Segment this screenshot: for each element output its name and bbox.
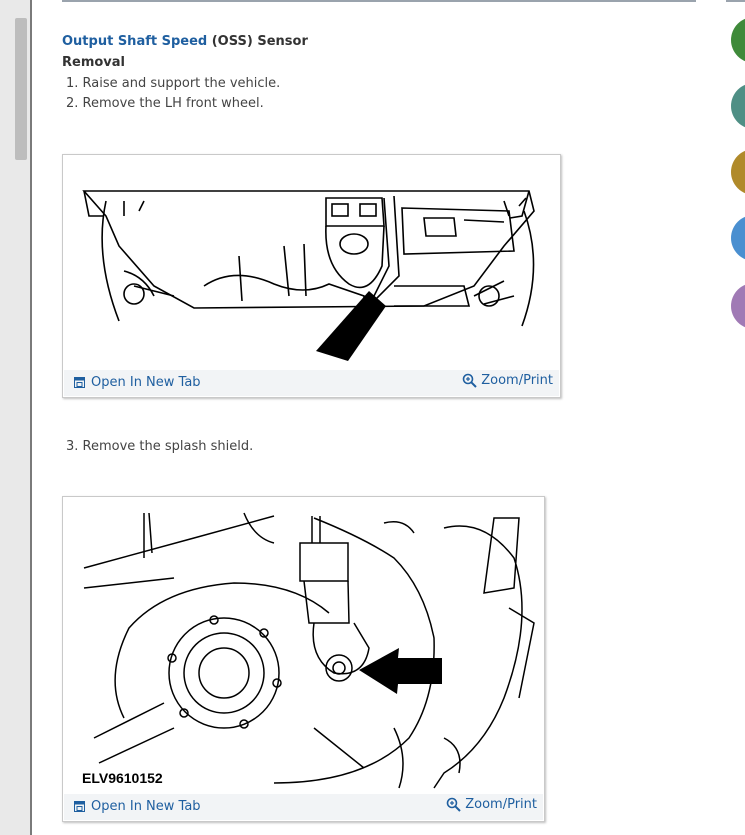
undercarriage-drawing — [82, 190, 535, 361]
side-nav-button[interactable] — [731, 149, 745, 195]
open-in-new-tab-link[interactable]: Open In New Tab — [74, 375, 201, 390]
step-item: 2. Remove the LH front wheel. — [66, 96, 264, 111]
top-divider-right — [726, 0, 745, 2]
new-tab-icon — [74, 801, 85, 812]
zoom-icon — [462, 373, 477, 388]
new-tab-icon — [74, 377, 85, 388]
left-scroll-panel — [0, 0, 31, 835]
figure-code: ELV9610152 — [82, 770, 163, 786]
step-item: 3. Remove the splash shield. — [66, 439, 254, 454]
figure-illustration[interactable]: ELV9610152 — [64, 498, 543, 794]
figure-footer: Open In New Tab Zoom/Print — [64, 794, 543, 820]
top-divider — [62, 0, 696, 2]
side-nav-button[interactable] — [731, 83, 745, 129]
zoom-print-label: Zoom/Print — [481, 373, 553, 388]
zoom-icon — [446, 797, 461, 812]
figure-card: Open In New Tab Zoom/Print — [62, 154, 561, 398]
figure-footer: Open In New Tab Zoom/Print — [64, 370, 559, 396]
zoom-print-label: Zoom/Print — [465, 797, 537, 812]
side-nav-button[interactable] — [731, 283, 745, 329]
zoom-print-link[interactable]: Zoom/Print — [446, 797, 537, 812]
arrow-indicator — [316, 291, 386, 361]
procedure-title-rest: (OSS) Sensor — [207, 34, 308, 49]
zoom-print-link[interactable]: Zoom/Print — [462, 373, 553, 388]
panel-divider — [30, 0, 32, 835]
side-nav-button[interactable] — [731, 215, 745, 261]
procedure-title: Output Shaft Speed (OSS) Sensor — [62, 34, 308, 49]
figure-card: ELV9610152 Open In New Tab Zoom/Print — [62, 496, 545, 822]
open-in-new-tab-label: Open In New Tab — [91, 375, 201, 390]
open-in-new-tab-link[interactable]: Open In New Tab — [74, 799, 201, 814]
step-item: 1. Raise and support the vehicle. — [66, 76, 281, 91]
scrollbar-thumb[interactable] — [15, 18, 27, 160]
sensor-drawing: ELV9610152 — [82, 512, 535, 789]
side-nav-button[interactable] — [731, 17, 745, 63]
oss-link[interactable]: Output Shaft Speed — [62, 34, 207, 49]
figure-illustration[interactable] — [64, 156, 559, 370]
open-in-new-tab-label: Open In New Tab — [91, 799, 201, 814]
section-heading: Removal — [62, 55, 126, 70]
